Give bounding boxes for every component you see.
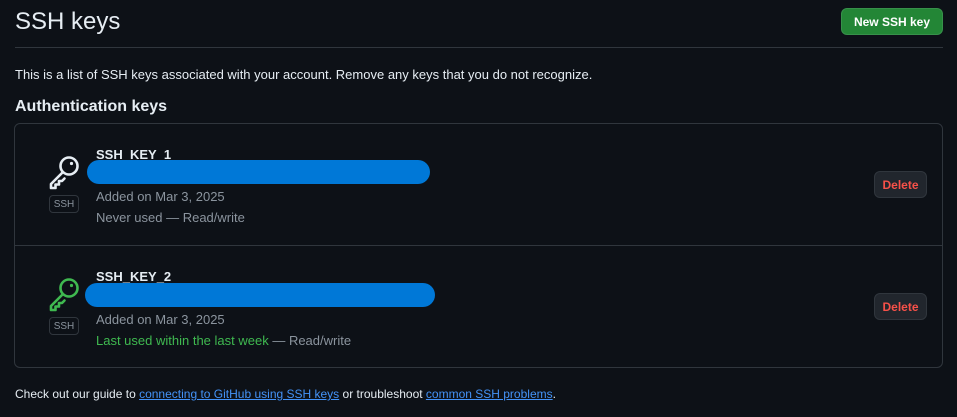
footer-suffix: . xyxy=(552,387,556,401)
page-header: SSH keys New SSH key xyxy=(15,0,943,48)
key-usage: Last used within the last week — Read/wr… xyxy=(96,333,351,348)
intro-text: This is a list of SSH keys associated wi… xyxy=(15,67,593,82)
key-row: SSH SSH_KEY_2 Added on Mar 3, 2025 Last … xyxy=(15,246,942,367)
key-last-used: Never used xyxy=(96,210,163,225)
key-icon xyxy=(47,154,83,190)
page-title: SSH keys xyxy=(15,8,121,35)
ssh-keys-page: SSH keys New SSH key This is a list of S… xyxy=(0,0,957,417)
key-access: — Read/write xyxy=(268,333,352,348)
key-usage: Never used — Read/write xyxy=(96,210,245,225)
delete-key-button[interactable]: Delete xyxy=(874,171,927,198)
keys-list: SSH SSH_KEY_1 Added on Mar 3, 2025 Never… xyxy=(14,123,943,368)
footer-prefix: Check out our guide to xyxy=(15,387,140,401)
ssh-troubleshoot-link[interactable]: common SSH problems xyxy=(426,387,553,401)
key-icon xyxy=(47,276,83,312)
ssh-badge: SSH xyxy=(49,317,79,335)
footer-middle: or troubleshoot xyxy=(339,387,426,401)
key-added-date: Added on Mar 3, 2025 xyxy=(96,312,225,327)
key-row: SSH SSH_KEY_1 Added on Mar 3, 2025 Never… xyxy=(15,124,942,246)
ssh-badge: SSH xyxy=(49,195,79,213)
key-added-date: Added on Mar 3, 2025 xyxy=(96,189,225,204)
key-access: — Read/write xyxy=(162,210,245,225)
key-last-used: Last used within the last week xyxy=(96,333,269,348)
fingerprint-redacted xyxy=(87,160,430,184)
section-title-authentication-keys: Authentication keys xyxy=(15,98,168,115)
footer-help-text: Check out our guide to connecting to Git… xyxy=(15,387,556,401)
new-ssh-key-button[interactable]: New SSH key xyxy=(840,8,943,35)
key-name: SSH_KEY_2 xyxy=(96,269,172,284)
ssh-guide-link[interactable]: connecting to GitHub using SSH keys xyxy=(139,387,339,401)
delete-key-button[interactable]: Delete xyxy=(874,293,927,320)
fingerprint-redacted xyxy=(85,283,435,307)
